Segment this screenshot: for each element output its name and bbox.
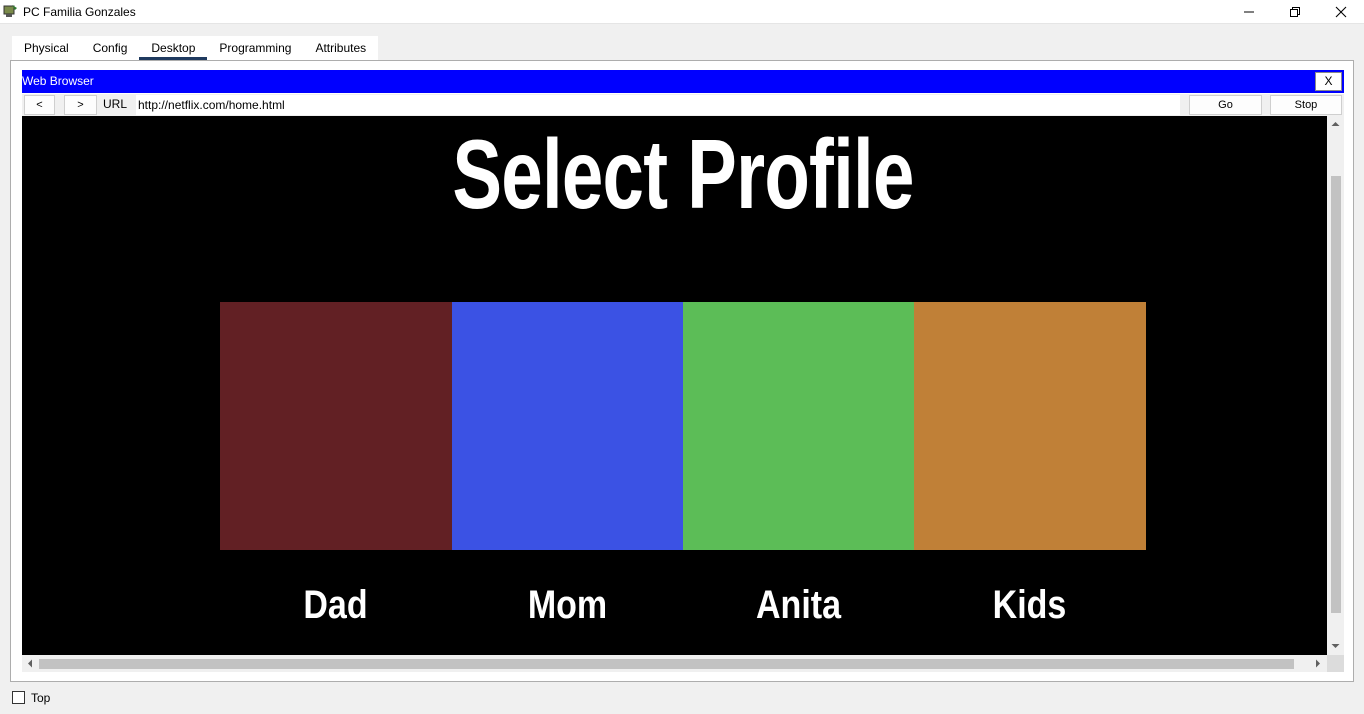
- tab-desktop[interactable]: Desktop: [139, 36, 208, 60]
- browser-title: Web Browser: [22, 74, 94, 88]
- profile-name-dad[interactable]: Dad: [237, 582, 433, 628]
- tab-config[interactable]: Config: [81, 36, 140, 60]
- tab-programming[interactable]: Programming: [207, 36, 303, 60]
- vertical-scrollbar[interactable]: [1327, 116, 1344, 655]
- top-checkbox[interactable]: [12, 691, 25, 704]
- scroll-up-icon[interactable]: [1331, 121, 1340, 127]
- restore-button[interactable]: [1272, 0, 1318, 24]
- url-input[interactable]: [136, 95, 1180, 115]
- scroll-down-icon[interactable]: [1331, 643, 1340, 649]
- page-headline: Select Profile: [452, 119, 914, 229]
- close-icon: [1335, 6, 1347, 18]
- profile-tile-mom[interactable]: [452, 302, 683, 550]
- back-button[interactable]: <: [24, 95, 55, 115]
- minimize-icon: [1244, 11, 1254, 13]
- browser-titlebar: Web Browser X: [22, 70, 1344, 93]
- scroll-right-icon[interactable]: [1315, 659, 1321, 668]
- tab-attributes[interactable]: Attributes: [303, 36, 378, 60]
- go-button[interactable]: Go: [1189, 95, 1262, 115]
- horizontal-scroll-thumb[interactable]: [39, 659, 1294, 669]
- stop-button[interactable]: Stop: [1270, 95, 1342, 115]
- window-title: PC Familia Gonzales: [23, 5, 136, 19]
- window-titlebar: PC Familia Gonzales: [0, 0, 1364, 24]
- tab-strip: Physical Config Desktop Programming Attr…: [12, 36, 379, 60]
- close-button[interactable]: [1318, 0, 1364, 24]
- profile-tile-anita[interactable]: [683, 302, 914, 550]
- scroll-left-icon[interactable]: [27, 659, 33, 668]
- vertical-scroll-thumb[interactable]: [1331, 176, 1341, 613]
- restore-icon: [1290, 7, 1300, 17]
- profile-name-anita[interactable]: Anita: [700, 582, 896, 628]
- browser-viewport: Select Profile Dad Mom Anita Kids: [22, 116, 1327, 655]
- browser-close-button[interactable]: X: [1315, 72, 1342, 91]
- forward-button[interactable]: >: [64, 95, 97, 115]
- horizontal-scrollbar[interactable]: [22, 655, 1327, 672]
- tab-physical[interactable]: Physical: [12, 36, 81, 60]
- minimize-button[interactable]: [1226, 0, 1272, 24]
- top-checkbox-label: Top: [31, 691, 51, 705]
- profile-name-kids[interactable]: Kids: [931, 582, 1127, 628]
- profile-tile-dad[interactable]: [220, 302, 452, 550]
- app-icon: [3, 5, 17, 17]
- url-label: URL: [103, 97, 128, 111]
- scrollbar-corner: [1327, 655, 1344, 672]
- profile-name-mom[interactable]: Mom: [469, 582, 665, 628]
- browser-navbar: < > URL Go Stop: [22, 94, 1344, 116]
- profile-tile-kids[interactable]: [914, 302, 1146, 550]
